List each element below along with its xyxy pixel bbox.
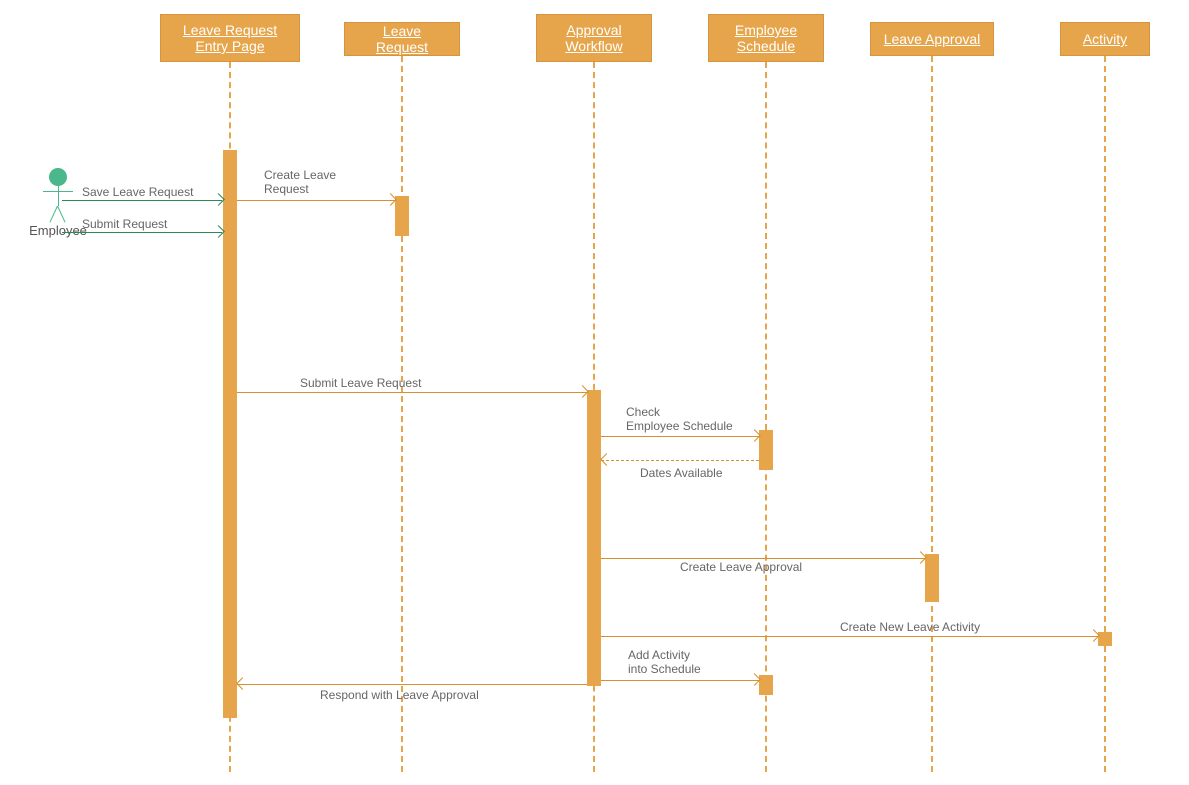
- msg-submit-leave-request: Submit Leave Request: [300, 376, 421, 390]
- actor-body-icon: [58, 186, 59, 206]
- lifeline-header-entry-page: Leave Request Entry Page: [160, 14, 300, 62]
- lifeline-label: Leave Approval: [884, 31, 981, 47]
- msg-check-employee-schedule: CheckEmployee Schedule: [626, 405, 733, 433]
- arrow-save-leave-request: [62, 200, 222, 201]
- lifeline-activity: [1104, 56, 1106, 772]
- lifeline-label: Approval Workflow: [549, 22, 639, 54]
- activation-entry-page: [223, 150, 237, 718]
- activation-leave-approval: [925, 554, 939, 602]
- arrowhead-icon: [600, 453, 613, 466]
- lifeline-label: Leave Request: [357, 23, 447, 55]
- activation-employee-schedule-2: [759, 675, 773, 695]
- lifeline-label: Activity: [1083, 31, 1127, 47]
- lifeline-leave-approval: [931, 56, 933, 772]
- lifeline-header-leave-approval: Leave Approval: [870, 22, 994, 56]
- activation-activity: [1098, 632, 1112, 646]
- lifeline-header-approval-workflow: Approval Workflow: [536, 14, 652, 62]
- arrowhead-icon: [236, 677, 249, 690]
- actor-head-icon: [49, 168, 67, 186]
- msg-add-activity-into-schedule: Add Activityinto Schedule: [628, 648, 701, 676]
- activation-approval-workflow: [587, 390, 601, 686]
- msg-create-leave-approval: Create Leave Approval: [680, 560, 802, 574]
- actor-legs-icon: [43, 206, 73, 221]
- msg-respond-with-leave-approval: Respond with Leave Approval: [320, 688, 479, 702]
- arrow-respond-with-leave-approval: [237, 684, 587, 685]
- arrow-submit-request: [62, 232, 222, 233]
- lifeline-header-leave-request: Leave Request: [344, 22, 460, 56]
- arrow-create-leave-request: [237, 200, 395, 201]
- lifeline-label: Employee Schedule: [721, 22, 811, 54]
- msg-create-leave-request-2: Create LeaveRequest: [264, 168, 336, 196]
- msg-create-new-leave-activity: Create New Leave Activity: [840, 620, 980, 634]
- activation-employee-schedule-1: [759, 430, 773, 470]
- arrow-create-new-leave-activity: [601, 636, 1098, 637]
- arrow-add-activity-into-schedule: [601, 680, 759, 681]
- arrow-dates-available: [601, 460, 759, 461]
- lifeline-label: Leave Request Entry Page: [173, 22, 287, 54]
- activation-leave-request: [395, 196, 409, 236]
- lifeline-header-employee-schedule: Employee Schedule: [708, 14, 824, 62]
- arrow-submit-leave-request: [237, 392, 587, 393]
- actor-arms-icon: [43, 191, 73, 192]
- msg-dates-available: Dates Available: [640, 466, 723, 480]
- arrow-check-employee-schedule: [601, 436, 759, 437]
- arrow-create-leave-approval: [601, 558, 925, 559]
- lifeline-header-activity: Activity: [1060, 22, 1150, 56]
- msg-save-leave-request: Save Leave Request: [82, 185, 193, 199]
- lifeline-employee-schedule: [765, 62, 767, 772]
- lifeline-leave-request: [401, 56, 403, 772]
- msg-submit-request: Submit Request: [82, 217, 167, 231]
- actor-employee: Employee: [28, 168, 88, 238]
